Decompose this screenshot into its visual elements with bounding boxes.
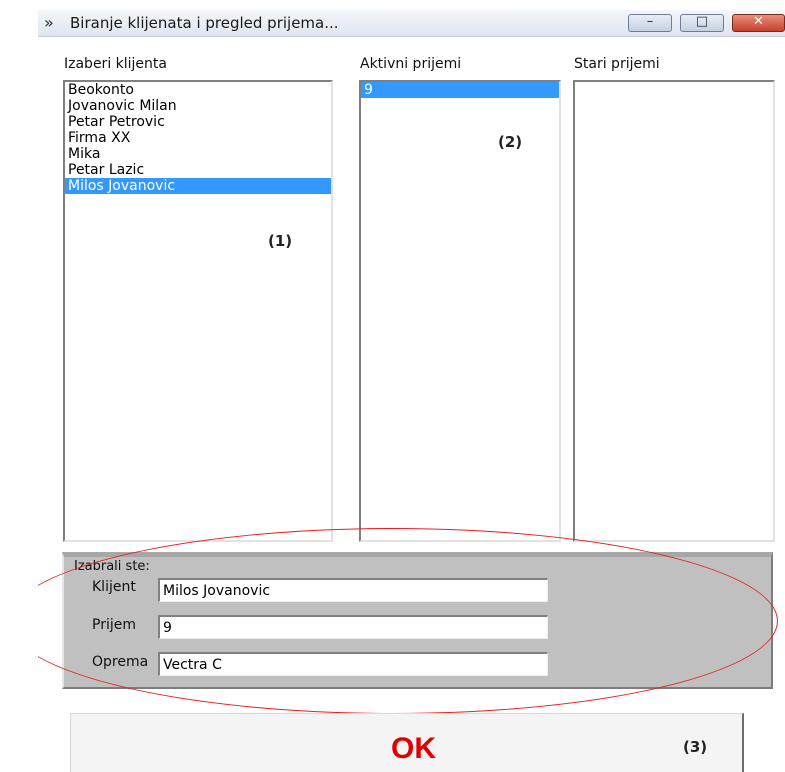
active-receptions-label: Aktivni prijemi xyxy=(360,56,462,72)
ok-button[interactable]: OK (3) xyxy=(70,713,744,772)
list-item[interactable]: Petar Petrovic xyxy=(65,114,331,130)
old-receptions-label: Stari prijemi xyxy=(574,56,660,72)
list-item[interactable]: Petar Lazic xyxy=(65,162,331,178)
client-field[interactable]: Milos Jovanovic xyxy=(158,578,548,602)
equipment-label: Oprema xyxy=(92,654,149,670)
clients-label: Izaberi klijenta xyxy=(64,56,167,72)
reception-label: Prijem xyxy=(92,617,136,633)
client-label: Klijent xyxy=(92,579,136,595)
maximize-icon: □ xyxy=(695,14,709,29)
clients-listbox[interactable]: Beokonto Jovanovic Milan Petar Petrovic Fir… xyxy=(63,80,333,542)
app-icon: » xyxy=(44,13,54,32)
list-item[interactable]: Milos Jovanovic xyxy=(65,178,331,194)
minimize-icon: – xyxy=(646,14,654,29)
close-icon: ✕ xyxy=(753,14,764,29)
list-item[interactable]: 9 xyxy=(361,82,559,98)
list-item[interactable]: Beokonto xyxy=(65,82,331,98)
old-receptions-listbox[interactable] xyxy=(573,80,775,542)
dialog-window: » Biranje klijenata i pregled prijema...… xyxy=(38,0,785,772)
active-receptions-listbox[interactable]: 9 xyxy=(359,80,561,542)
ok-label: OK xyxy=(391,732,436,765)
selection-groupbox: Izabrali ste: Klijent Milos Jovanovic Pr… xyxy=(62,552,773,689)
close-button[interactable]: ✕ xyxy=(732,14,785,32)
title-bar[interactable]: » Biranje klijenata i pregled prijema...… xyxy=(38,10,785,37)
list-item[interactable]: Mika xyxy=(65,146,331,162)
window-title: Biranje klijenata i pregled prijema... xyxy=(70,14,339,32)
minimize-button[interactable]: – xyxy=(628,14,672,32)
maximize-button[interactable]: □ xyxy=(680,14,724,32)
reception-field[interactable]: 9 xyxy=(158,615,548,639)
marker-3: (3) xyxy=(683,738,708,756)
selection-legend: Izabrali ste: xyxy=(74,559,150,574)
list-item[interactable]: Firma XX xyxy=(65,130,331,146)
list-item[interactable]: Jovanovic Milan xyxy=(65,98,331,114)
equipment-field[interactable]: Vectra C xyxy=(158,652,548,676)
marker-1: (1) xyxy=(268,232,293,250)
marker-2: (2) xyxy=(498,133,523,151)
